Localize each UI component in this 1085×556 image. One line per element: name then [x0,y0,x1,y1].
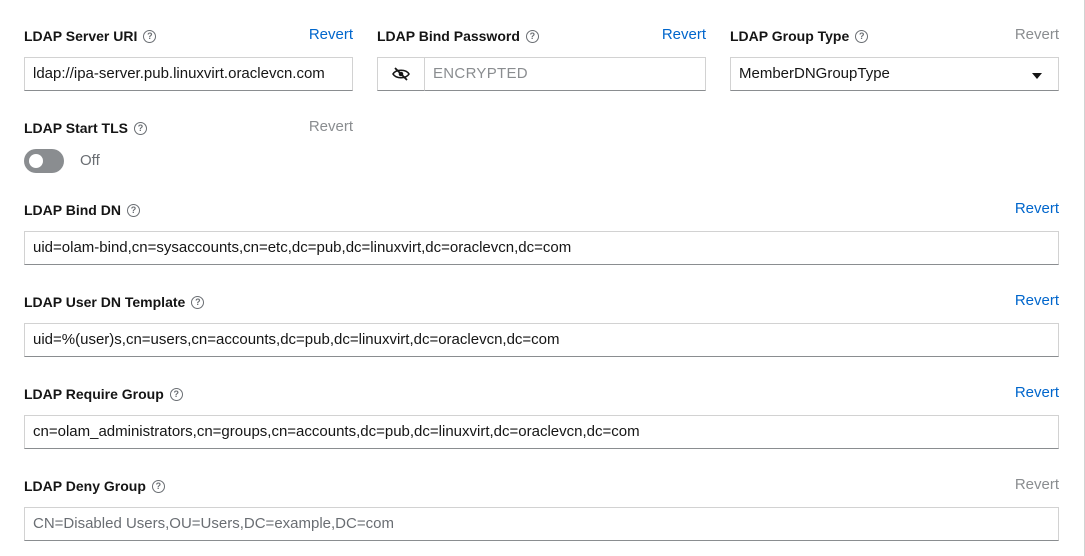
require-group-input[interactable]: cn=olam_administrators,cn=groups,cn=acco… [24,415,1059,449]
bind-dn-field: LDAP Bind DN ? Revert uid=olam-bind,cn=s… [24,200,1059,272]
server-uri-label: LDAP Server URI ? [24,28,157,44]
user-dn-template-input[interactable]: uid=%(user)s,cn=users,cn=accounts,dc=pub… [24,323,1059,357]
group-type-select[interactable]: MemberDNGroupType [730,57,1059,91]
group-type-label: LDAP Group Type ? [730,28,869,44]
start-tls-toggle[interactable] [24,149,64,173]
caret-down-icon [1032,73,1042,79]
bind-password-input[interactable]: ENCRYPTED [424,57,706,91]
bind-dn-revert-button[interactable]: Revert [1015,200,1059,217]
help-icon[interactable]: ? [126,203,140,217]
user-dn-template-revert-button[interactable]: Revert [1015,292,1059,309]
deny-group-input[interactable]: CN=Disabled Users,OU=Users,DC=example,DC… [24,507,1059,541]
help-icon[interactable]: ? [143,29,157,43]
server-uri-revert-button[interactable]: Revert [309,26,353,43]
user-dn-template-label: LDAP User DN Template ? [24,294,205,310]
help-icon[interactable]: ? [525,29,539,43]
bind-dn-input[interactable]: uid=olam-bind,cn=sysaccounts,cn=etc,dc=p… [24,231,1059,265]
help-icon[interactable]: ? [169,387,183,401]
ldap-settings-form: LDAP Server URI ? Revert ldap://ipa-serv… [0,0,1085,556]
start-tls-label: LDAP Start TLS ? [24,120,147,136]
bind-password-group: ENCRYPTED [377,57,706,91]
start-tls-field: LDAP Start TLS ? Revert Off [24,118,353,178]
bind-dn-label: LDAP Bind DN ? [24,202,140,218]
toggle-knob [29,154,43,168]
deny-group-label: LDAP Deny Group ? [24,478,165,494]
show-password-button[interactable] [377,57,425,91]
eye-slash-icon [392,67,410,81]
deny-group-field: LDAP Deny Group ? Revert CN=Disabled Use… [24,476,1059,548]
user-dn-template-field: LDAP User DN Template ? Revert uid=%(use… [24,292,1059,364]
require-group-label: LDAP Require Group ? [24,386,183,402]
group-type-revert-button: Revert [1014,26,1059,43]
help-icon[interactable]: ? [855,29,869,43]
help-icon[interactable]: ? [191,295,205,309]
server-uri-input[interactable]: ldap://ipa-server.pub.linuxvirt.oraclevc… [24,57,353,91]
help-icon[interactable]: ? [133,121,147,135]
bind-password-field: LDAP Bind Password ? Revert ENCRYPTED [377,26,706,98]
require-group-revert-button[interactable]: Revert [1015,384,1059,401]
start-tls-revert-button: Revert [308,118,353,135]
bind-password-revert-button[interactable]: Revert [662,26,706,43]
start-tls-state: Off [80,152,100,169]
server-uri-field: LDAP Server URI ? Revert ldap://ipa-serv… [24,26,353,98]
group-type-field: LDAP Group Type ? Revert MemberDNGroupTy… [730,26,1059,98]
deny-group-revert-button: Revert [1014,476,1059,493]
help-icon[interactable]: ? [151,479,165,493]
bind-password-label: LDAP Bind Password ? [377,28,539,44]
require-group-field: LDAP Require Group ? Revert cn=olam_admi… [24,384,1059,456]
